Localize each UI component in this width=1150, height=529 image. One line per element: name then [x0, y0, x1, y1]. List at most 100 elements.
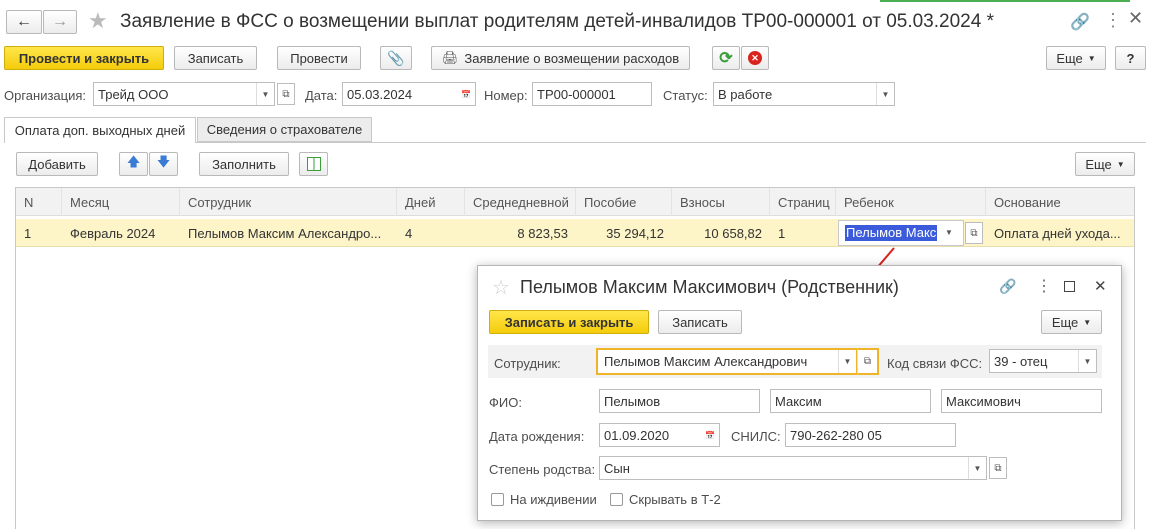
- more-button[interactable]: Еще ▼: [1046, 46, 1106, 70]
- caret-down-icon: ▼: [1116, 159, 1125, 169]
- dialog-more-label: Еще: [1051, 314, 1079, 330]
- favorite-star-icon[interactable]: ★: [88, 8, 108, 34]
- relation-field[interactable]: 39 - отец ▼: [989, 349, 1097, 373]
- cell-benefit: 35 294,12: [606, 225, 664, 241]
- favorite-star-icon[interactable]: ☆: [492, 275, 510, 300]
- birth-date-field[interactable]: 01.09.2020 📅: [599, 423, 720, 447]
- save-and-close-button[interactable]: Записать и закрыть: [489, 310, 649, 334]
- first-name-field[interactable]: Максим: [770, 389, 931, 413]
- title-bar: ← → ★ Заявление в ФСС о возмещении выпла…: [0, 0, 1150, 44]
- status-field[interactable]: В работе ▼: [713, 82, 895, 106]
- open-org-button[interactable]: ⧉: [277, 83, 295, 105]
- save-button[interactable]: Записать: [174, 46, 257, 70]
- fill-button[interactable]: Заполнить: [199, 152, 289, 176]
- dropdown-icon[interactable]: ▼: [945, 228, 953, 237]
- more-vert-icon[interactable]: ⋮: [1036, 276, 1052, 296]
- post-and-close-button[interactable]: Провести и закрыть: [4, 46, 164, 70]
- refresh-icon: ⟳: [719, 50, 733, 67]
- status-value: В работе: [718, 86, 773, 102]
- tab-payment[interactable]: Оплата доп. выходных дней: [4, 117, 196, 143]
- col-child[interactable]: Ребенок: [836, 188, 986, 216]
- table-add-icon: [306, 157, 321, 171]
- col-avg[interactable]: Среднедневной: [465, 188, 576, 216]
- cell-avg: 8 823,53: [517, 225, 568, 241]
- dependent-label: На иждивении: [510, 492, 597, 507]
- col-basis[interactable]: Основание: [986, 188, 1134, 216]
- hide-t2-checkbox[interactable]: [610, 493, 623, 506]
- close-icon[interactable]: ✕: [1128, 8, 1143, 29]
- back-button[interactable]: ←: [6, 10, 42, 34]
- hide-t2-label: Скрывать в Т-2: [629, 492, 721, 507]
- more-vert-icon[interactable]: ⋮: [1104, 10, 1122, 31]
- post-button[interactable]: Провести: [277, 46, 361, 70]
- open-kinship-button[interactable]: ⧉: [989, 457, 1007, 479]
- middle-name-field[interactable]: Максимович: [941, 389, 1102, 413]
- table-more-label: Еще: [1085, 156, 1112, 172]
- window-title: Заявление в ФСС о возмещении выплат роди…: [120, 11, 994, 32]
- open-child-button[interactable]: ⧉: [965, 222, 983, 244]
- maximize-icon[interactable]: [1064, 281, 1075, 292]
- tab-insurer-label: Сведения о страхователе: [206, 122, 363, 137]
- dialog-more-button[interactable]: Еще ▼: [1041, 310, 1102, 334]
- cell-n: 1: [24, 225, 32, 241]
- dropdown-icon[interactable]: ▼: [838, 350, 856, 373]
- forward-button[interactable]: →: [43, 10, 77, 34]
- paperclip-icon: 📎: [387, 49, 405, 66]
- col-contrib[interactable]: Взносы: [672, 188, 770, 216]
- col-month[interactable]: Месяц: [62, 188, 180, 216]
- link-icon[interactable]: 🔗: [1070, 12, 1090, 32]
- last-name-field[interactable]: Пелымов: [599, 389, 760, 413]
- help-button[interactable]: ?: [1115, 46, 1146, 70]
- cell-days: 4: [405, 225, 413, 241]
- col-pages[interactable]: Страниц: [770, 188, 836, 216]
- move-up-button[interactable]: 🡅: [119, 152, 148, 176]
- dropdown-icon[interactable]: ▼: [256, 83, 274, 105]
- relation-value: 39 - отец: [994, 353, 1048, 369]
- tab-payment-label: Оплата доп. выходных дней: [14, 123, 186, 138]
- open-employee-button[interactable]: ⧉: [857, 348, 879, 375]
- move-down-button[interactable]: 🡇: [149, 152, 178, 176]
- dependent-checkbox[interactable]: [491, 493, 504, 506]
- arrow-up-icon: 🡅: [126, 154, 141, 169]
- dropdown-icon[interactable]: ▼: [876, 83, 894, 105]
- dropdown-icon[interactable]: ▼: [968, 457, 986, 479]
- table-more-button[interactable]: Еще ▼: [1075, 152, 1135, 176]
- cell-basis: Оплата дней ухода...: [994, 225, 1121, 241]
- cancel-circle-icon: ✕: [748, 51, 762, 65]
- attach-button[interactable]: 📎: [380, 46, 412, 70]
- add-button[interactable]: Добавить: [16, 152, 98, 176]
- cell-child[interactable]: Пелымов Макс: [845, 225, 938, 241]
- employee-label: Сотрудник:: [494, 356, 561, 371]
- printer-icon: 🖨: [441, 50, 459, 65]
- date-field[interactable]: 05.03.2024 📅: [342, 82, 476, 106]
- employee-value: Пелымов Максим Александрович: [604, 354, 808, 369]
- unpost-button[interactable]: ✕: [741, 46, 769, 70]
- refresh-button[interactable]: ⟳: [712, 46, 740, 70]
- dropdown-icon[interactable]: ▼: [1078, 350, 1096, 372]
- link-icon[interactable]: 🔗: [999, 278, 1016, 295]
- org-field[interactable]: Трейд ООО ▼: [93, 82, 275, 106]
- snils-label: СНИЛС:: [731, 429, 781, 444]
- calendar-icon[interactable]: 📅: [457, 83, 475, 105]
- date-value: 05.03.2024: [347, 86, 413, 102]
- title-accent-line: [880, 0, 1130, 2]
- table-settings-button[interactable]: [299, 152, 328, 176]
- col-days[interactable]: Дней: [397, 188, 465, 216]
- col-employee[interactable]: Сотрудник: [180, 188, 397, 216]
- dialog-save-button[interactable]: Записать: [658, 310, 742, 334]
- birth-date-label: Дата рождения:: [489, 429, 585, 444]
- number-field[interactable]: ТР00-000001: [532, 82, 652, 106]
- snils-field[interactable]: 790-262-280 05: [785, 423, 956, 447]
- col-benefit[interactable]: Пособие: [576, 188, 672, 216]
- dialog-title: Пелымов Максим Максимович (Родственник): [520, 277, 899, 297]
- tab-insurer[interactable]: Сведения о страхователе: [197, 117, 372, 142]
- expense-claim-button[interactable]: 🖨 Заявление о возмещении расходов: [431, 46, 690, 70]
- close-icon[interactable]: ✕: [1094, 277, 1107, 295]
- cell-contrib: 10 658,82: [704, 225, 762, 241]
- snils-value: 790-262-280 05: [790, 427, 882, 443]
- col-n[interactable]: N: [16, 188, 62, 216]
- calendar-icon[interactable]: 📅: [701, 424, 719, 446]
- cell-month: Февраль 2024: [70, 225, 156, 241]
- kinship-field[interactable]: Сын ▼: [599, 456, 987, 480]
- employee-field[interactable]: Пелымов Максим Александрович ▼: [596, 348, 858, 375]
